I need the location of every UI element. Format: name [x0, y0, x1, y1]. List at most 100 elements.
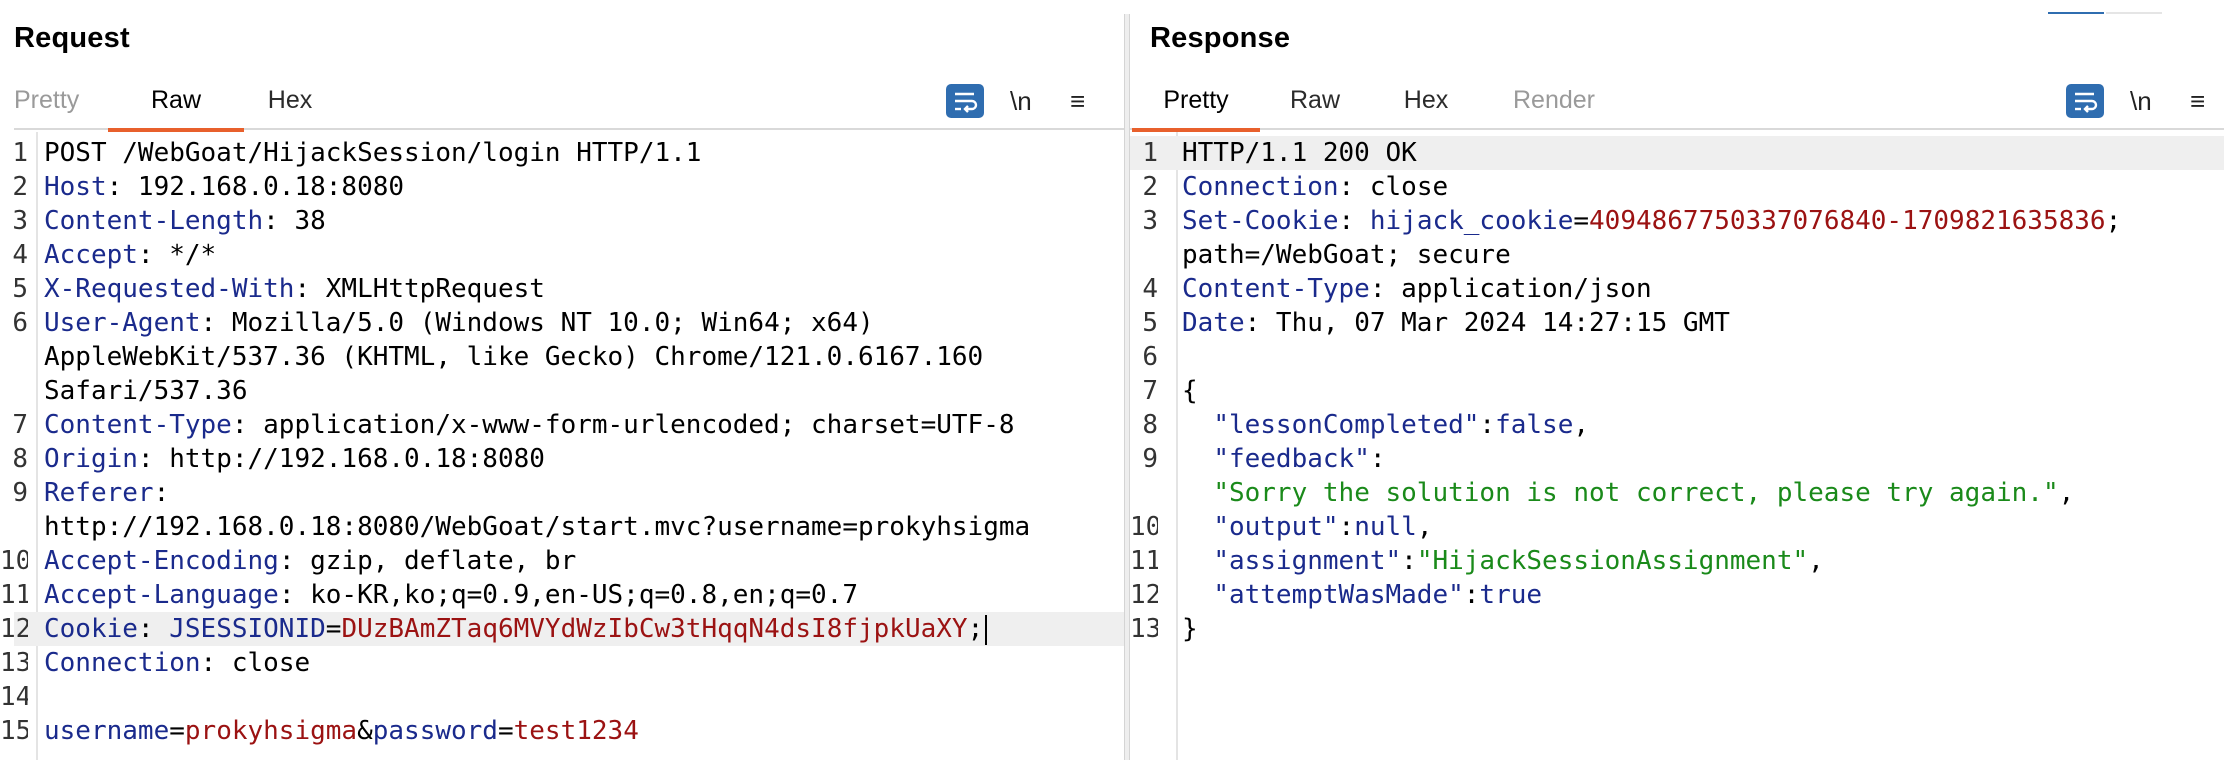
code-token: Set-Cookie: [1182, 206, 1339, 236]
code-token: &: [357, 716, 373, 746]
code-token: Referer: [44, 478, 154, 508]
code-token: ;: [967, 614, 984, 644]
line-text: Referer:: [44, 476, 169, 510]
request-code-line[interactable]: 4 Accept: */*: [12, 238, 1124, 272]
request-code-line[interactable]: 5 X-Requested-With: XMLHttpRequest: [12, 272, 1124, 306]
request-code-line[interactable]: 11 Accept-Language: ko-KR,ko;q=0.9,en-US;…: [0, 578, 1124, 612]
request-code-line[interactable]: 8 Origin: http://192.168.0.18:8080: [12, 442, 1124, 476]
response-code-line[interactable]: path=/WebGoat; secure: [1130, 238, 2224, 272]
response-newline-toggle[interactable]: \n: [2130, 84, 2152, 118]
request-code-line[interactable]: 1 POST /WebGoat/HijackSession/login HTTP/…: [12, 136, 1124, 170]
response-code-line[interactable]: 4 Content-Type: application/json: [1130, 272, 2224, 306]
line-number: 6: [12, 308, 28, 338]
line-text: Content-Length: 38: [44, 204, 326, 238]
code-token: }: [1182, 614, 1198, 644]
response-editor[interactable]: 1 HTTP/1.1 200 OK 2 Connection: close 3 Set-C…: [1130, 132, 2224, 760]
code-token: ,: [1416, 512, 1433, 542]
request-code-line[interactable]: 6 User-Agent: Mozilla/5.0 (Windows NT 10.…: [12, 306, 1124, 340]
response-tabbar: Pretty Raw Hex Render \n ≡: [1130, 70, 2224, 132]
code-token: Accept-Language: [44, 580, 279, 610]
line-number: 12: [1130, 580, 1158, 610]
request-code-line[interactable]: 3 Content-Length: 38: [12, 204, 1124, 238]
response-tab-pretty[interactable]: Pretty: [1132, 70, 1260, 132]
response-code-line[interactable]: 2 Connection: close: [1130, 170, 2224, 204]
code-token: : http://192.168.0.18:8080: [137, 444, 545, 474]
response-code-line[interactable]: 1 HTTP/1.1 200 OK: [1130, 136, 2224, 170]
response-code-line[interactable]: "Sorry the solution is not correct, plea…: [1130, 476, 2224, 510]
request-code-line[interactable]: AppleWebKit/537.36 (KHTML, like Gecko) C…: [14, 340, 1124, 374]
line-number: 13: [1130, 614, 1158, 644]
request-code-line[interactable]: 7 Content-Type: application/x-www-form-ur…: [12, 408, 1124, 442]
code-token: ,: [2058, 478, 2075, 508]
request-menu-icon[interactable]: ≡: [1070, 84, 1085, 118]
request-code-line[interactable]: 12 Cookie: JSESSIONID=DUzBAmZTaq6MVYdWzIb…: [0, 612, 1124, 646]
request-code[interactable]: 1 POST /WebGoat/HijackSession/login HTTP/…: [0, 136, 1124, 748]
request-code-line[interactable]: Safari/537.36: [14, 374, 1124, 408]
code-token: User-Agent: [44, 308, 201, 338]
response-code-line[interactable]: 9 "feedback":: [1130, 442, 2224, 476]
request-code-line[interactable]: 15 username=prokyhsigma&password=test1234: [0, 714, 1124, 748]
request-tab-raw[interactable]: Raw: [108, 70, 244, 132]
line-number: 9: [12, 478, 28, 508]
response-code-line[interactable]: 10 "output":null,: [1130, 510, 2224, 544]
code-token: "assignment": [1213, 546, 1402, 576]
response-code-line[interactable]: 8 "lessonCompleted":false,: [1130, 408, 2224, 442]
line-text: HTTP/1.1 200 OK: [1182, 136, 1417, 170]
request-newline-toggle[interactable]: \n: [1010, 84, 1032, 118]
line-text: username=prokyhsigma&password=test1234: [44, 714, 639, 748]
line-text: Origin: http://192.168.0.18:8080: [44, 442, 545, 476]
request-tab-hex[interactable]: Hex: [260, 70, 320, 130]
code-token: HTTP/1.1 200 OK: [1182, 138, 1417, 168]
line-number: 15: [0, 716, 28, 746]
response-code-line[interactable]: 7{: [1130, 374, 2224, 408]
request-code-line[interactable]: 10 Accept-Encoding: gzip, deflate, br: [0, 544, 1124, 578]
request-code-line[interactable]: http://192.168.0.18:8080/WebGoat/start.m…: [14, 510, 1124, 544]
code-token: =: [497, 716, 514, 746]
line-text: "Sorry the solution is not correct, plea…: [1182, 476, 2074, 510]
code-token: Content-Length: [44, 206, 264, 236]
response-code[interactable]: 1 HTTP/1.1 200 OK 2 Connection: close 3 Set-C…: [1130, 136, 2224, 646]
code-token: Content-Type: [1182, 274, 1370, 304]
response-code-line[interactable]: 12 "attemptWasMade":true: [1130, 578, 2224, 612]
response-code-line[interactable]: 6: [1130, 340, 2224, 374]
code-token: =: [325, 614, 342, 644]
request-code-line[interactable]: 2 Host: 192.168.0.18:8080: [12, 170, 1124, 204]
line-number: 6: [1142, 342, 1158, 372]
request-code-line[interactable]: 14: [0, 680, 1124, 714]
request-code-line[interactable]: 9 Referer:: [12, 476, 1124, 510]
line-number: 5: [1142, 308, 1158, 338]
code-token: {: [1182, 376, 1198, 406]
response-code-line[interactable]: 3 Set-Cookie: hijack_cookie=4094867750337…: [1130, 204, 2224, 238]
response-tab-render[interactable]: Render: [1506, 70, 1602, 130]
response-code-line[interactable]: 11 "assignment":"HijackSessionAssignment…: [1130, 544, 2224, 578]
response-code-line[interactable]: 5 Date: Thu, 07 Mar 2024 14:27:15 GMT: [1130, 306, 2224, 340]
request-wrap-lines-button[interactable]: [946, 84, 984, 118]
code-token: : application/x-www-form-urlencoded; cha…: [231, 410, 1015, 440]
code-token: =: [1573, 206, 1590, 236]
text-caret: [985, 614, 988, 645]
response-menu-icon[interactable]: ≡: [2190, 84, 2205, 118]
code-token: AppleWebKit/537.36 (KHTML, like Gecko) C…: [44, 342, 984, 372]
line-text: User-Agent: Mozilla/5.0 (Windows NT 10.0…: [44, 306, 874, 340]
line-text: Connection: close: [1182, 170, 1448, 204]
code-token: path=/WebGoat; secure: [1182, 240, 1511, 270]
response-wrap-lines-button[interactable]: [2066, 84, 2104, 118]
response-tab-hex[interactable]: Hex: [1398, 70, 1454, 130]
response-code-line[interactable]: 13}: [1130, 612, 2224, 646]
line-number: 11: [0, 580, 28, 610]
wrap-lines-icon: [2075, 92, 2098, 113]
request-code-line[interactable]: 13 Connection: close: [0, 646, 1124, 680]
line-text: POST /WebGoat/HijackSession/login HTTP/1…: [44, 136, 701, 170]
code-token: DUzBAmZTaq6MVYdWzIbCw3tHqqN4dsI8fjpkUaXY: [341, 614, 968, 644]
line-number: 12: [0, 614, 28, 644]
request-editor[interactable]: 1 POST /WebGoat/HijackSession/login HTTP/…: [0, 132, 1124, 760]
line-text: Set-Cookie: hijack_cookie=40948677503370…: [1182, 204, 2121, 238]
request-tab-pretty[interactable]: Pretty: [14, 70, 79, 130]
response-panel: Response Pretty Raw Hex Render \n ≡ 1 HTT…: [1130, 14, 2224, 760]
code-token: password: [372, 716, 498, 746]
request-title: Request: [14, 22, 130, 54]
response-tab-raw[interactable]: Raw: [1284, 70, 1346, 130]
code-token: : XMLHttpRequest: [294, 274, 545, 304]
